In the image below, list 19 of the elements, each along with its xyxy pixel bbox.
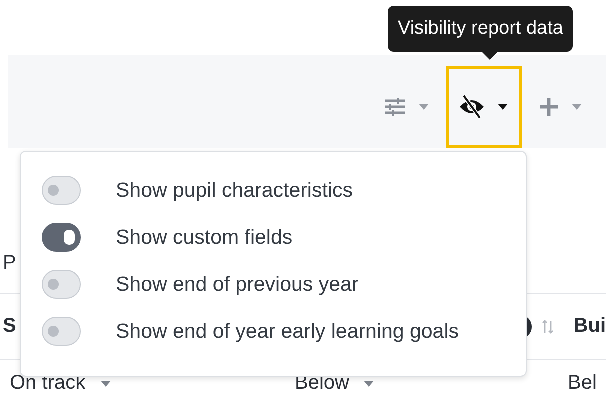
caret-icon [418,103,430,111]
visibility-menu-button[interactable] [446,66,522,148]
sliders-icon [384,96,406,118]
column-header: Bui [574,315,606,338]
caret-icon [571,103,583,111]
option-label: Show pupil characteristics [116,178,353,202]
tooltip-arrow [482,52,498,60]
toggle-switch[interactable] [42,223,81,252]
table-cell: On track [10,372,86,395]
option-label: Show end of previous year [116,272,359,296]
plus-icon [539,97,559,117]
sort-icon[interactable] [542,318,554,334]
caret-icon [497,103,509,111]
eye-slash-icon [459,94,485,120]
option-label: Show end of year early learning goals [116,320,460,344]
option-label: Show custom fields [116,226,293,250]
column-header: S [3,315,16,338]
table-cell: Bel [568,372,597,395]
table-cell: P [3,252,16,275]
